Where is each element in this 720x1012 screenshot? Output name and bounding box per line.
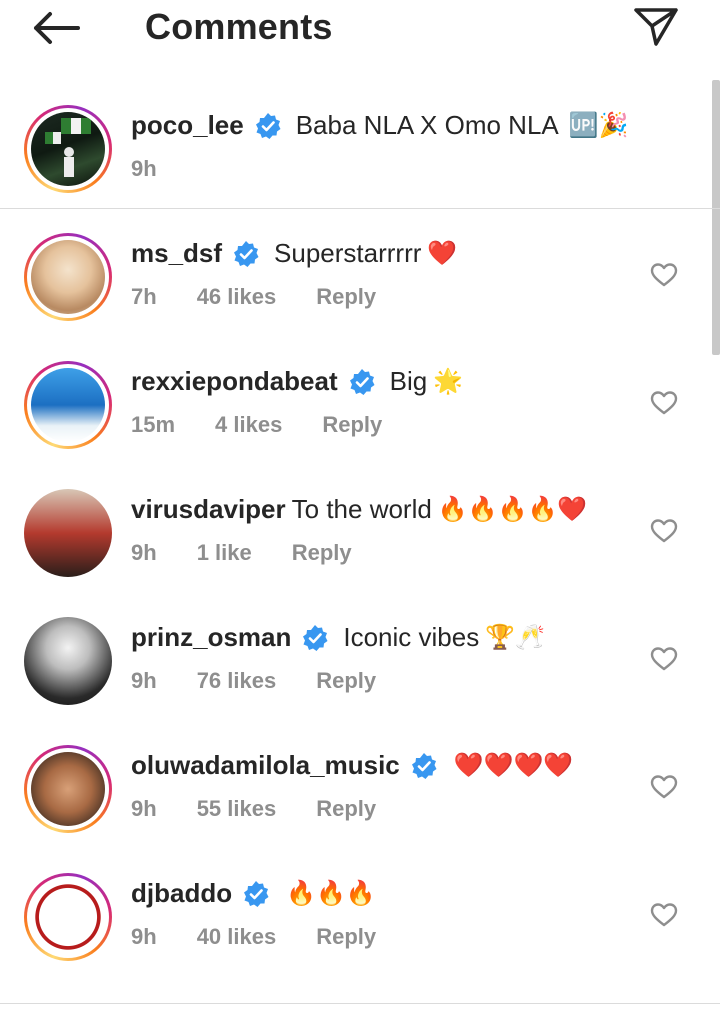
avatar-photo bbox=[31, 880, 105, 954]
comment-row: virusdaviper To the world 🔥🔥🔥🔥❤️ 9h 1 li… bbox=[0, 482, 720, 610]
page-title: Comments bbox=[145, 6, 333, 47]
comment-username[interactable]: rexxiepondabeat bbox=[131, 366, 338, 397]
comment-row: prinz_osman Iconic vibes 🏆🥂 9h 76 likes … bbox=[0, 610, 720, 738]
comment-emojis: ❤️❤️❤️❤️ bbox=[453, 752, 574, 779]
reply-button[interactable]: Reply bbox=[292, 540, 352, 566]
comment-line: ms_dsf Superstarrrrr ❤️ bbox=[131, 238, 457, 269]
comment-likes[interactable]: 1 like bbox=[197, 540, 252, 566]
comment-likes[interactable]: 76 likes bbox=[197, 668, 277, 694]
caption-line: poco_lee Baba NLA X Omo NLA 🆙🎉 bbox=[131, 110, 629, 141]
heart-icon bbox=[650, 263, 678, 287]
heart-icon bbox=[650, 647, 678, 671]
like-button[interactable] bbox=[650, 774, 678, 800]
comment-username[interactable]: oluwadamilola_music bbox=[131, 750, 400, 781]
like-button[interactable] bbox=[650, 390, 678, 416]
comment-username[interactable]: virusdaviper bbox=[131, 494, 286, 525]
arrow-left-icon bbox=[34, 12, 80, 44]
post-caption: poco_lee Baba NLA X Omo NLA 🆙🎉 9h bbox=[0, 98, 720, 208]
verified-badge-icon bbox=[244, 880, 269, 907]
verified-badge-icon bbox=[234, 240, 259, 267]
avatar-photo bbox=[31, 368, 105, 442]
heart-icon bbox=[650, 775, 678, 799]
comment-username[interactable]: prinz_osman bbox=[131, 622, 291, 653]
comment-likes[interactable]: 40 likes bbox=[197, 924, 277, 950]
avatar[interactable] bbox=[24, 489, 112, 577]
divider bbox=[0, 208, 720, 209]
comment-row: rexxiepondabeat Big 🌟 15m 4 likes Reply bbox=[0, 354, 720, 482]
comment-row: oluwadamilola_music ❤️❤️❤️❤️ 9h 55 likes… bbox=[0, 738, 720, 866]
comment-likes[interactable]: 4 likes bbox=[215, 412, 282, 438]
heart-icon bbox=[650, 903, 678, 927]
verified-badge-icon bbox=[411, 752, 437, 779]
avatar-photo bbox=[31, 752, 105, 826]
caption-emojis: 🆙🎉 bbox=[568, 112, 629, 139]
comment-likes[interactable]: 55 likes bbox=[197, 796, 277, 822]
back-button[interactable] bbox=[30, 10, 82, 46]
avatar[interactable] bbox=[24, 233, 112, 321]
comment-emojis: 🌟 bbox=[433, 368, 464, 395]
avatar[interactable] bbox=[24, 361, 112, 449]
avatar-photo bbox=[24, 489, 112, 577]
comment-time: 9h bbox=[131, 924, 157, 949]
verified-badge-icon bbox=[349, 368, 375, 395]
comment-emojis: ❤️ bbox=[427, 240, 458, 267]
heart-icon bbox=[650, 519, 678, 543]
comment-row: ms_dsf Superstarrrrr ❤️ 7h 46 likes Repl… bbox=[0, 226, 720, 354]
caption-meta: 9h bbox=[131, 156, 197, 182]
verified-badge-icon bbox=[255, 112, 281, 139]
comment-meta: 15m 4 likes Reply bbox=[131, 412, 422, 438]
comment-meta: 9h 55 likes Reply bbox=[131, 796, 416, 822]
comment-text: Superstarrrrr bbox=[274, 238, 422, 268]
comment-text: Iconic vibes bbox=[343, 622, 480, 652]
avatar[interactable] bbox=[24, 105, 112, 193]
share-button[interactable] bbox=[630, 4, 682, 48]
reply-button[interactable]: Reply bbox=[316, 668, 376, 694]
reply-button[interactable]: Reply bbox=[316, 284, 376, 310]
divider bbox=[0, 1003, 720, 1004]
avatar-photo bbox=[45, 118, 91, 177]
comment-username[interactable]: ms_dsf bbox=[131, 238, 222, 269]
comment-line: rexxiepondabeat Big 🌟 bbox=[131, 366, 463, 397]
comment-time: 15m bbox=[131, 412, 176, 437]
top-bar: Comments bbox=[0, 0, 720, 56]
caption-time: 9h bbox=[131, 156, 157, 181]
comment-text: Big bbox=[389, 366, 428, 396]
avatar-photo bbox=[24, 617, 112, 705]
like-button[interactable] bbox=[650, 646, 678, 672]
comment-emojis: 🔥🔥🔥🔥❤️ bbox=[437, 496, 588, 523]
comment-likes[interactable]: 46 likes bbox=[197, 284, 277, 310]
comment-meta: 7h 46 likes Reply bbox=[131, 284, 416, 310]
reply-button[interactable]: Reply bbox=[316, 796, 376, 822]
avatar[interactable] bbox=[24, 617, 112, 705]
verified-badge-icon bbox=[303, 624, 328, 651]
comment-meta: 9h 40 likes Reply bbox=[131, 924, 416, 950]
avatar[interactable] bbox=[24, 873, 112, 961]
comment-emojis: 🔥🔥🔥 bbox=[286, 880, 376, 907]
comment-time: 9h bbox=[131, 540, 157, 565]
comment-time: 9h bbox=[131, 668, 157, 693]
like-button[interactable] bbox=[650, 518, 678, 544]
reply-button[interactable]: Reply bbox=[322, 412, 382, 438]
avatar-photo bbox=[31, 240, 105, 314]
caption-username[interactable]: poco_lee bbox=[131, 110, 244, 141]
comment-row: djbaddo 🔥🔥🔥 9h 40 likes Reply bbox=[0, 866, 720, 994]
comment-time: 9h bbox=[131, 796, 157, 821]
caption-text: Baba NLA X Omo NLA bbox=[295, 110, 559, 140]
like-button[interactable] bbox=[650, 262, 678, 288]
comment-username[interactable]: djbaddo bbox=[131, 878, 232, 909]
comment-line: virusdaviper To the world 🔥🔥🔥🔥❤️ bbox=[131, 494, 587, 525]
comment-line: prinz_osman Iconic vibes 🏆🥂 bbox=[131, 622, 545, 653]
comment-emojis: 🏆🥂 bbox=[485, 624, 545, 651]
heart-icon bbox=[650, 391, 678, 415]
reply-button[interactable]: Reply bbox=[316, 924, 376, 950]
comment-text: To the world bbox=[291, 494, 432, 524]
paper-plane-icon bbox=[634, 8, 678, 46]
comment-time: 7h bbox=[131, 284, 157, 309]
comment-line: djbaddo 🔥🔥🔥 bbox=[131, 878, 376, 909]
like-button[interactable] bbox=[650, 902, 678, 928]
comment-meta: 9h 1 like Reply bbox=[131, 540, 392, 566]
avatar[interactable] bbox=[24, 745, 112, 833]
comment-line: oluwadamilola_music ❤️❤️❤️❤️ bbox=[131, 750, 573, 781]
comment-meta: 9h 76 likes Reply bbox=[131, 668, 416, 694]
